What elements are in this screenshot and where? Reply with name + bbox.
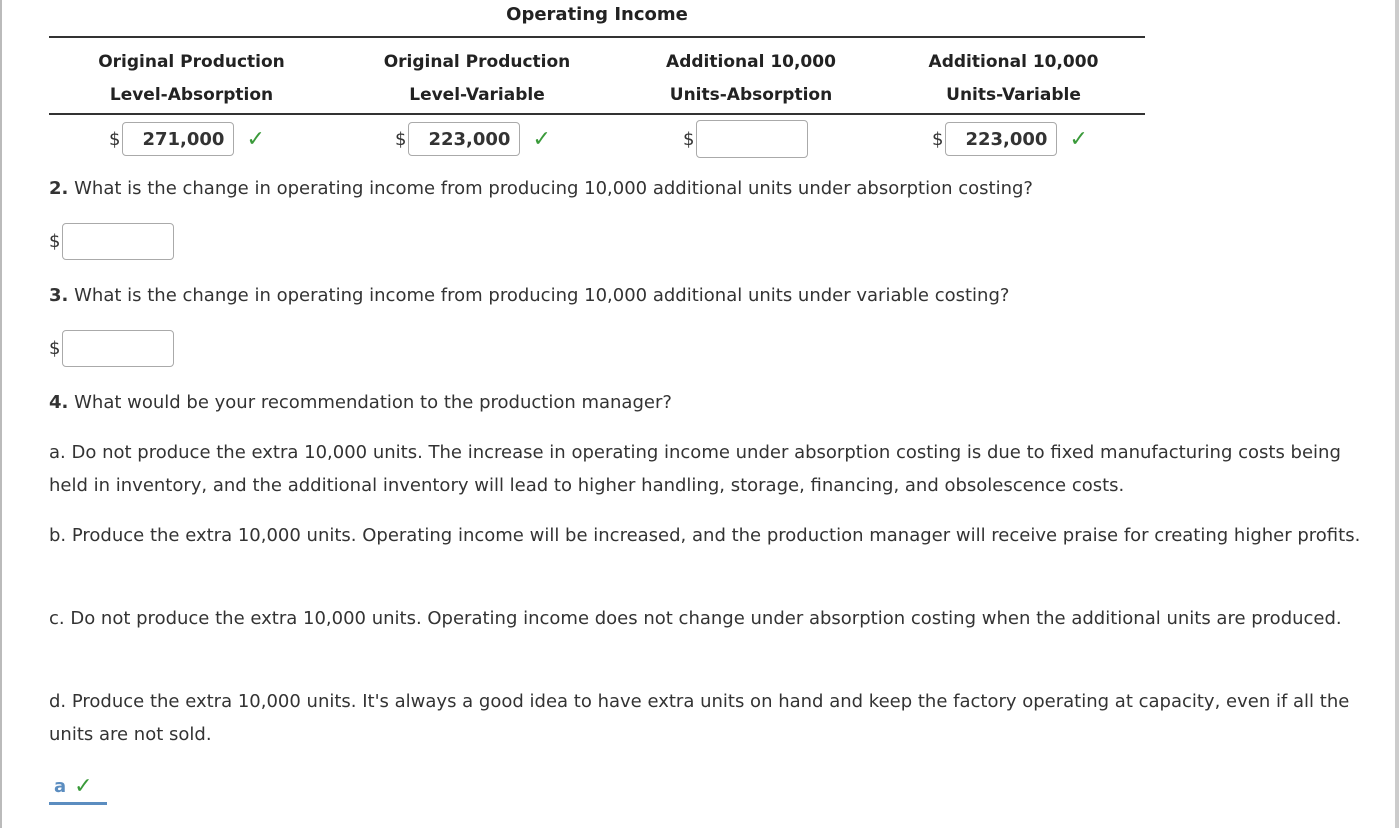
column-header-original-variable: Original Production Level-Variable [334, 46, 620, 112]
table-title: Operating Income [506, 4, 688, 25]
currency-symbol: $ [683, 128, 695, 150]
question-text: What would be your recommendation to the… [74, 392, 672, 413]
header-line2: Units-Variable [946, 85, 1081, 105]
header-line2: Units-Absorption [669, 85, 833, 105]
checkmark-icon: ✓ [532, 126, 551, 152]
checkmark-icon: ✓ [246, 126, 265, 152]
cell-original-absorption: $ 271,000 ✓ [109, 120, 265, 158]
question-text: What is the change in operating income f… [74, 178, 1033, 199]
question-number: 4. [49, 392, 69, 413]
option-b: b. Produce the extra 10,000 units. Opera… [49, 525, 1361, 546]
question-number: 3. [49, 285, 69, 306]
currency-symbol: $ [109, 128, 121, 150]
cell-original-variable: $ 223,000 ✓ [395, 120, 551, 158]
scrollbar[interactable] [1395, 0, 1399, 828]
column-header-additional-absorption: Additional 10,000 Units-Absorption [620, 46, 882, 112]
answer-3: $ [49, 330, 175, 367]
variable-change-input[interactable] [62, 330, 175, 367]
header-line1: Original Production [98, 52, 285, 72]
question-2: 2. What is the change in operating incom… [49, 178, 1033, 199]
header-line2: Level-Variable [409, 85, 545, 105]
original-variable-input[interactable]: 223,000 [408, 122, 521, 156]
answer-2: $ [49, 223, 175, 260]
header-line1: Additional 10,000 [928, 52, 1099, 72]
question-text: What is the change in operating income f… [74, 285, 1010, 306]
cell-additional-variable: $ 223,000 ✓ [932, 120, 1088, 158]
checkmark-icon: ✓ [74, 773, 93, 799]
selected-answer-dropdown[interactable]: a ✓ [49, 770, 107, 805]
left-border [0, 0, 2, 828]
selected-answer-letter: a [54, 775, 67, 797]
question-4: 4. What would be your recommendation to … [49, 392, 672, 413]
table-top-rule [49, 36, 1145, 38]
currency-symbol: $ [932, 128, 944, 150]
currency-symbol: $ [49, 338, 61, 359]
option-a: a. Do not produce the extra 10,000 units… [49, 442, 1341, 496]
currency-symbol: $ [395, 128, 407, 150]
header-line1: Original Production [383, 52, 571, 72]
original-absorption-input[interactable]: 271,000 [122, 122, 235, 156]
checkmark-icon: ✓ [1069, 126, 1088, 152]
header-line2: Level-Absorption [109, 85, 274, 105]
additional-absorption-input[interactable] [696, 120, 809, 158]
absorption-change-input[interactable] [62, 223, 175, 260]
question-number: 2. [49, 178, 69, 199]
column-header-additional-variable: Additional 10,000 Units-Variable [882, 46, 1145, 112]
column-header-original-absorption: Original Production Level-Absorption [49, 46, 334, 112]
header-line1: Additional 10,000 [666, 52, 836, 72]
table-header-rule [49, 113, 1145, 115]
currency-symbol: $ [49, 231, 61, 252]
additional-variable-input[interactable]: 223,000 [945, 122, 1058, 156]
option-d: d. Produce the extra 10,000 units. It's … [49, 691, 1350, 745]
cell-additional-absorption: $ [683, 120, 809, 158]
question-3: 3. What is the change in operating incom… [49, 285, 1009, 306]
option-c: c. Do not produce the extra 10,000 units… [49, 608, 1342, 629]
